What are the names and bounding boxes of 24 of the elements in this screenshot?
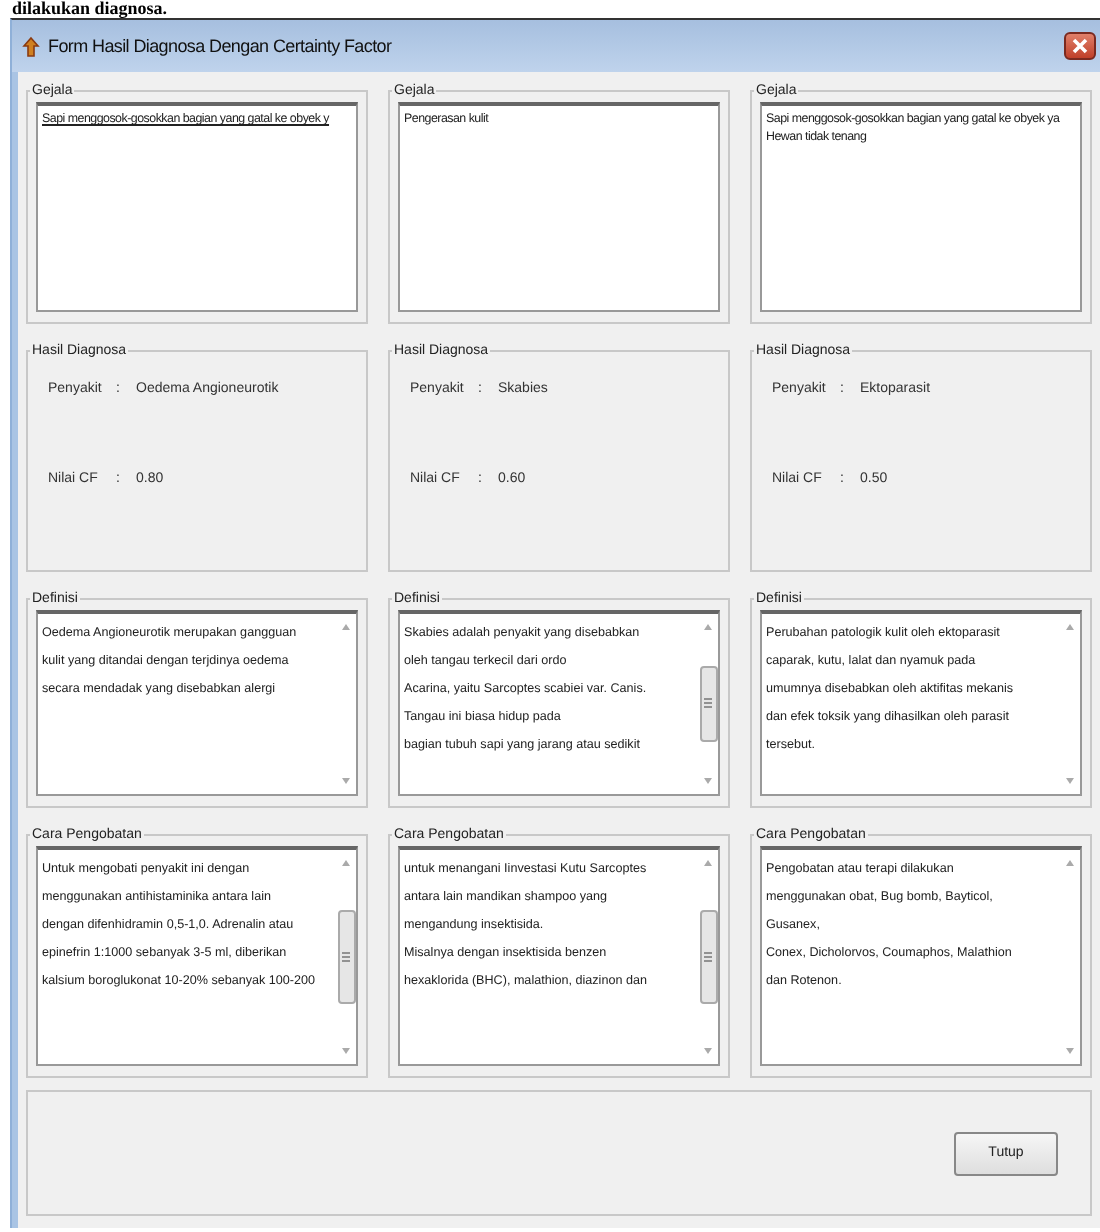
- down-arrow-icon: [342, 778, 350, 784]
- down-arrow-icon: [1066, 1048, 1074, 1054]
- scroll-thumb[interactable]: [699, 665, 717, 743]
- close-button[interactable]: [1064, 32, 1096, 60]
- close-icon: [1072, 38, 1088, 54]
- grip-icon: [704, 951, 712, 962]
- up-arrow-icon: [1066, 860, 1074, 866]
- scroll-thumb[interactable]: [337, 909, 355, 1005]
- grip-icon: [704, 698, 712, 709]
- up-arrow-icon: [1066, 624, 1074, 630]
- scroll-thumb[interactable]: [699, 909, 717, 1005]
- window-title: Form Hasil Diagnosa Dengan Certainty Factor: [48, 36, 394, 56]
- up-arrow-icon: [342, 624, 350, 630]
- down-arrow-icon: [1066, 778, 1074, 784]
- down-arrow-icon: [704, 1048, 712, 1054]
- up-arrow-icon: [704, 624, 712, 630]
- app-icon: [22, 35, 40, 57]
- down-arrow-icon: [704, 778, 712, 784]
- treatment-field[interactable]: [36, 846, 358, 1066]
- up-arrow-icon: [704, 860, 712, 866]
- down-arrow-icon: [342, 1048, 350, 1054]
- grip-icon: [342, 951, 350, 962]
- document-text: dilakukan diagnosa.: [10, 0, 170, 18]
- up-arrow-icon: [342, 860, 350, 866]
